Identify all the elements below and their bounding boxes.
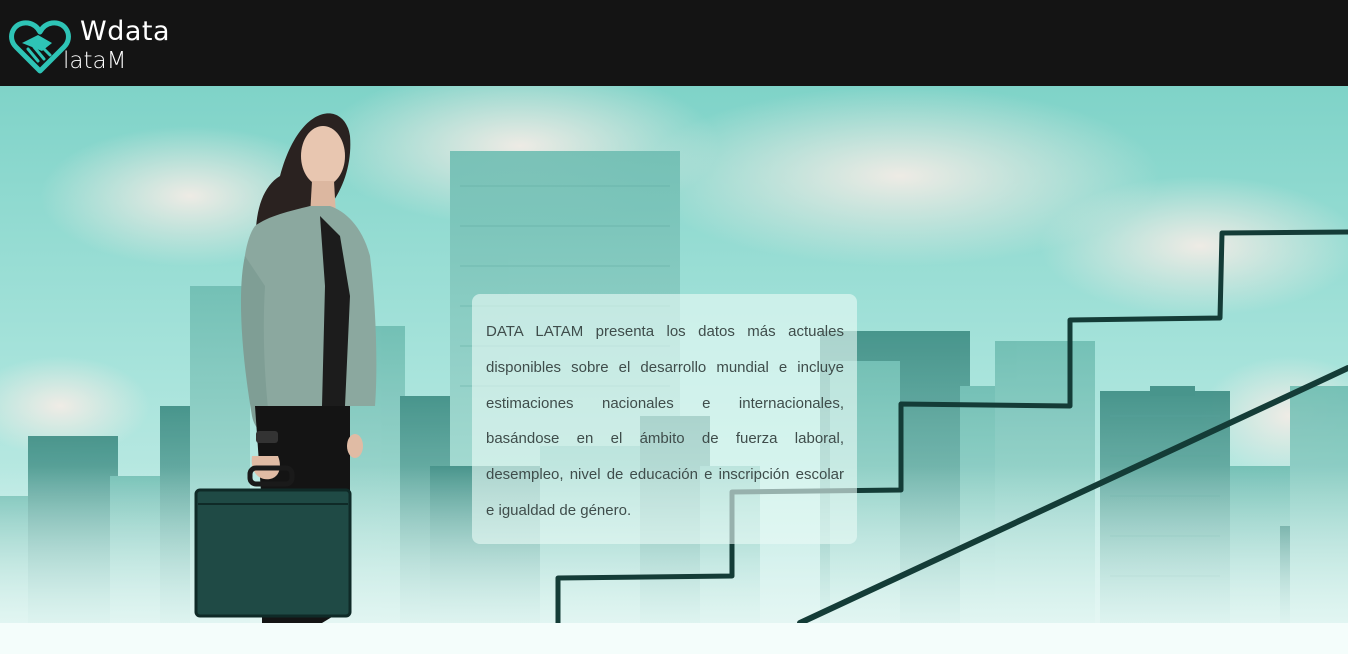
hero-description: DATA LATAM presenta los datos más actual… <box>486 323 844 519</box>
hero-banner: DATA LATAM presenta los datos más actual… <box>0 86 1348 623</box>
logo-text-line2: lataM <box>63 48 127 74</box>
logo-text-line1: Wdata <box>80 16 171 47</box>
hero-info-card: DATA LATAM presenta los datos más actual… <box>472 294 857 544</box>
page-bottom-strip <box>0 623 1348 654</box>
site-logo[interactable]: Wdata lataM <box>8 15 188 75</box>
top-header: Wdata lataM <box>0 0 1348 86</box>
